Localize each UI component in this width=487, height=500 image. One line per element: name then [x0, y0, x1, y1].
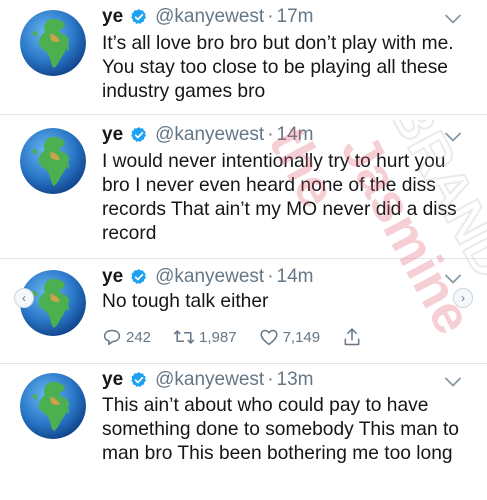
- tweet-text: No tough talk either: [102, 291, 269, 312]
- reply-button[interactable]: 242: [102, 328, 151, 346]
- chevron-down-icon[interactable]: [445, 132, 461, 142]
- separator-dot: ·: [267, 266, 274, 287]
- like-icon: [260, 329, 278, 346]
- display-name[interactable]: ye: [102, 124, 123, 146]
- display-name[interactable]: ye: [102, 369, 123, 391]
- user-handle[interactable]: @kanyewest: [155, 369, 264, 391]
- retweet-count: 1,987: [199, 328, 237, 346]
- chevron-down-icon[interactable]: [445, 377, 461, 387]
- chevron-down-icon[interactable]: [445, 14, 461, 24]
- separator-dot: ·: [267, 6, 274, 27]
- tweet-header: ye @kanyewest · 14m: [102, 266, 314, 288]
- globe-avatar[interactable]: [20, 373, 86, 439]
- chevron-down-icon[interactable]: [445, 274, 461, 284]
- tweet-4[interactable]: ye @kanyewest · 13m This ain’t about who…: [0, 365, 487, 497]
- tweet-text: This ain’t about who could pay to have s…: [102, 395, 459, 464]
- tweet-3[interactable]: ye @kanyewest · 14m No tough talk either…: [0, 260, 487, 364]
- globe-avatar[interactable]: [20, 10, 86, 76]
- display-name[interactable]: ye: [102, 6, 123, 28]
- verified-badge-icon: [130, 8, 148, 26]
- verified-badge-icon: [130, 371, 148, 389]
- verified-badge-icon: [130, 268, 148, 286]
- retweet-icon: [173, 330, 195, 344]
- separator-dot: ·: [267, 369, 274, 390]
- carousel-next-button[interactable]: ›: [453, 288, 473, 308]
- reply-icon: [103, 329, 121, 346]
- tweet-header: ye @kanyewest · 14m: [102, 124, 314, 146]
- chevron-right-icon: ›: [461, 291, 465, 305]
- share-icon: [344, 328, 360, 346]
- tweet-actions: 242 1,987 7,149: [102, 327, 388, 347]
- tweet-time[interactable]: 17m: [277, 6, 314, 28]
- tweet-time[interactable]: 13m: [277, 369, 314, 391]
- tweet-text: I would never intentionally try to hurt …: [102, 151, 457, 244]
- tweet-2[interactable]: ye @kanyewest · 14m I would never intent…: [0, 116, 487, 259]
- retweet-button[interactable]: 1,987: [173, 328, 237, 346]
- reply-count: 242: [126, 328, 152, 346]
- tweet-time[interactable]: 14m: [277, 124, 314, 146]
- user-handle[interactable]: @kanyewest: [155, 124, 264, 146]
- verified-badge-icon: [130, 126, 148, 144]
- tweet-time[interactable]: 14m: [277, 266, 314, 288]
- tweet-1[interactable]: ye @kanyewest · 17m It’s all love bro br…: [0, 0, 487, 115]
- tweet-thread-screenshot: { "tweets": [ { "name": "ye", "handle": …: [0, 0, 487, 497]
- globe-avatar[interactable]: [20, 128, 86, 194]
- tweet-header: ye @kanyewest · 13m: [102, 369, 314, 391]
- carousel-prev-button[interactable]: ‹: [14, 288, 34, 308]
- user-handle[interactable]: @kanyewest: [155, 6, 264, 28]
- like-count: 7,149: [282, 328, 321, 346]
- display-name[interactable]: ye: [102, 266, 123, 288]
- share-button[interactable]: [342, 327, 366, 347]
- user-handle[interactable]: @kanyewest: [155, 266, 264, 288]
- tweet-text: It’s all love bro bro but don’t play wit…: [102, 33, 454, 102]
- like-button[interactable]: 7,149: [259, 328, 321, 346]
- chevron-left-icon: ‹: [22, 291, 26, 305]
- separator-dot: ·: [267, 124, 274, 145]
- tweet-header: ye @kanyewest · 17m: [102, 6, 314, 28]
